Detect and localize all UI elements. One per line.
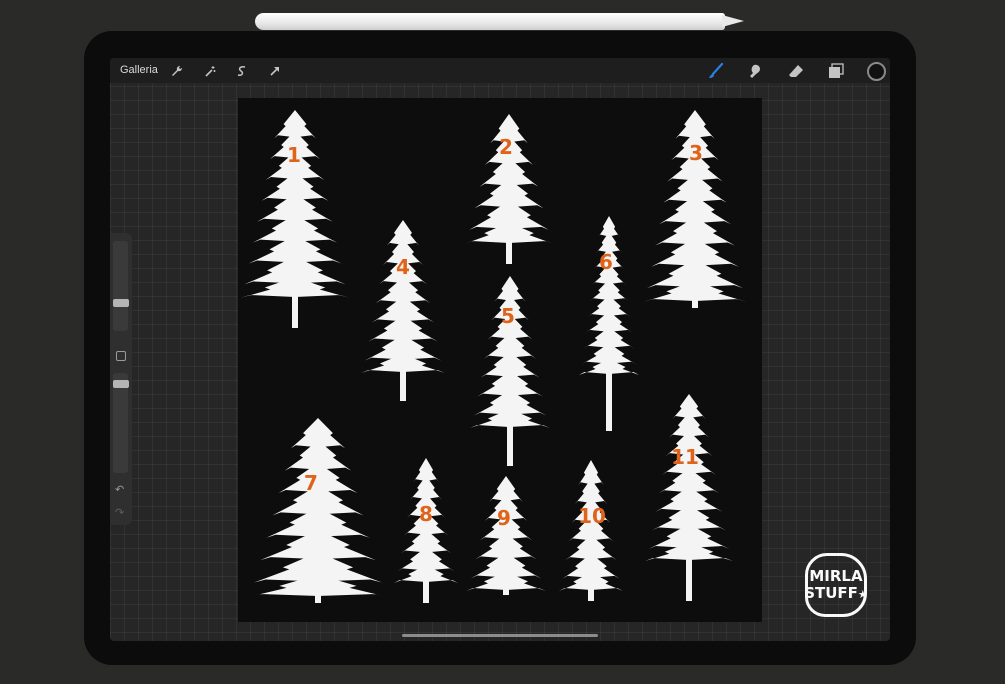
brush-size-handle[interactable] <box>113 299 129 307</box>
tree-number-9: 9 <box>497 506 511 530</box>
opacity-handle[interactable] <box>113 380 129 388</box>
tree-number-6: 6 <box>599 250 613 274</box>
tree-10 <box>559 460 623 601</box>
tree-number-11: 11 <box>671 445 699 469</box>
redo-icon[interactable]: ↷ <box>115 508 124 519</box>
trees-artwork <box>240 110 747 603</box>
layers-icon[interactable] <box>827 62 845 80</box>
tree-number-4: 4 <box>396 255 410 279</box>
apple-pencil-tip <box>722 15 744 27</box>
tree-11 <box>645 394 733 601</box>
smudge-icon[interactable] <box>747 62 765 80</box>
logo-line-1: MIRLA <box>809 566 863 585</box>
undo-icon[interactable]: ↶ <box>115 485 124 496</box>
top-toolbar: Galleria <box>110 58 890 83</box>
opacity-slider[interactable] <box>113 373 128 473</box>
selection-icon[interactable] <box>233 62 251 80</box>
tree-number-10: 10 <box>578 504 606 528</box>
brush-size-slider[interactable] <box>113 241 128 331</box>
tree-number-3: 3 <box>689 141 703 165</box>
left-sidebar: ↶ ↷ <box>110 233 132 525</box>
eraser-icon[interactable] <box>787 62 805 80</box>
tree-7 <box>248 418 388 603</box>
wrench-icon[interactable] <box>168 62 186 80</box>
transform-arrow-icon[interactable] <box>266 62 284 80</box>
tree-number-7: 7 <box>304 471 318 495</box>
tree-number-8: 8 <box>419 502 433 526</box>
modify-button[interactable] <box>116 351 126 361</box>
tree-number-2: 2 <box>499 135 513 159</box>
tree-number-1: 1 <box>287 143 301 167</box>
magic-wand-icon[interactable] <box>201 62 219 80</box>
drawing-canvas[interactable]: 1 2 3 4 5 6 7 8 9 10 11 <box>238 98 762 622</box>
tree-6 <box>579 216 639 431</box>
logo-line-2: STUFF★ <box>804 583 868 602</box>
tree-number-5: 5 <box>501 304 515 328</box>
color-picker-button[interactable] <box>867 62 886 81</box>
tree-4 <box>361 220 445 401</box>
tree-8 <box>394 458 458 603</box>
apple-pencil <box>255 13 725 30</box>
brush-icon[interactable] <box>707 62 725 80</box>
procreate-screen: Galleria ↶ ↷ 1 2 3 4 5 6 7 8 9 10 11 MIR… <box>110 58 890 641</box>
gallery-button[interactable]: Galleria <box>120 64 158 76</box>
tree-9 <box>466 476 546 595</box>
mirla-stuff-logo: MIRLA STUFF★ <box>804 553 868 617</box>
home-indicator <box>402 634 598 637</box>
tree-3 <box>643 110 747 308</box>
